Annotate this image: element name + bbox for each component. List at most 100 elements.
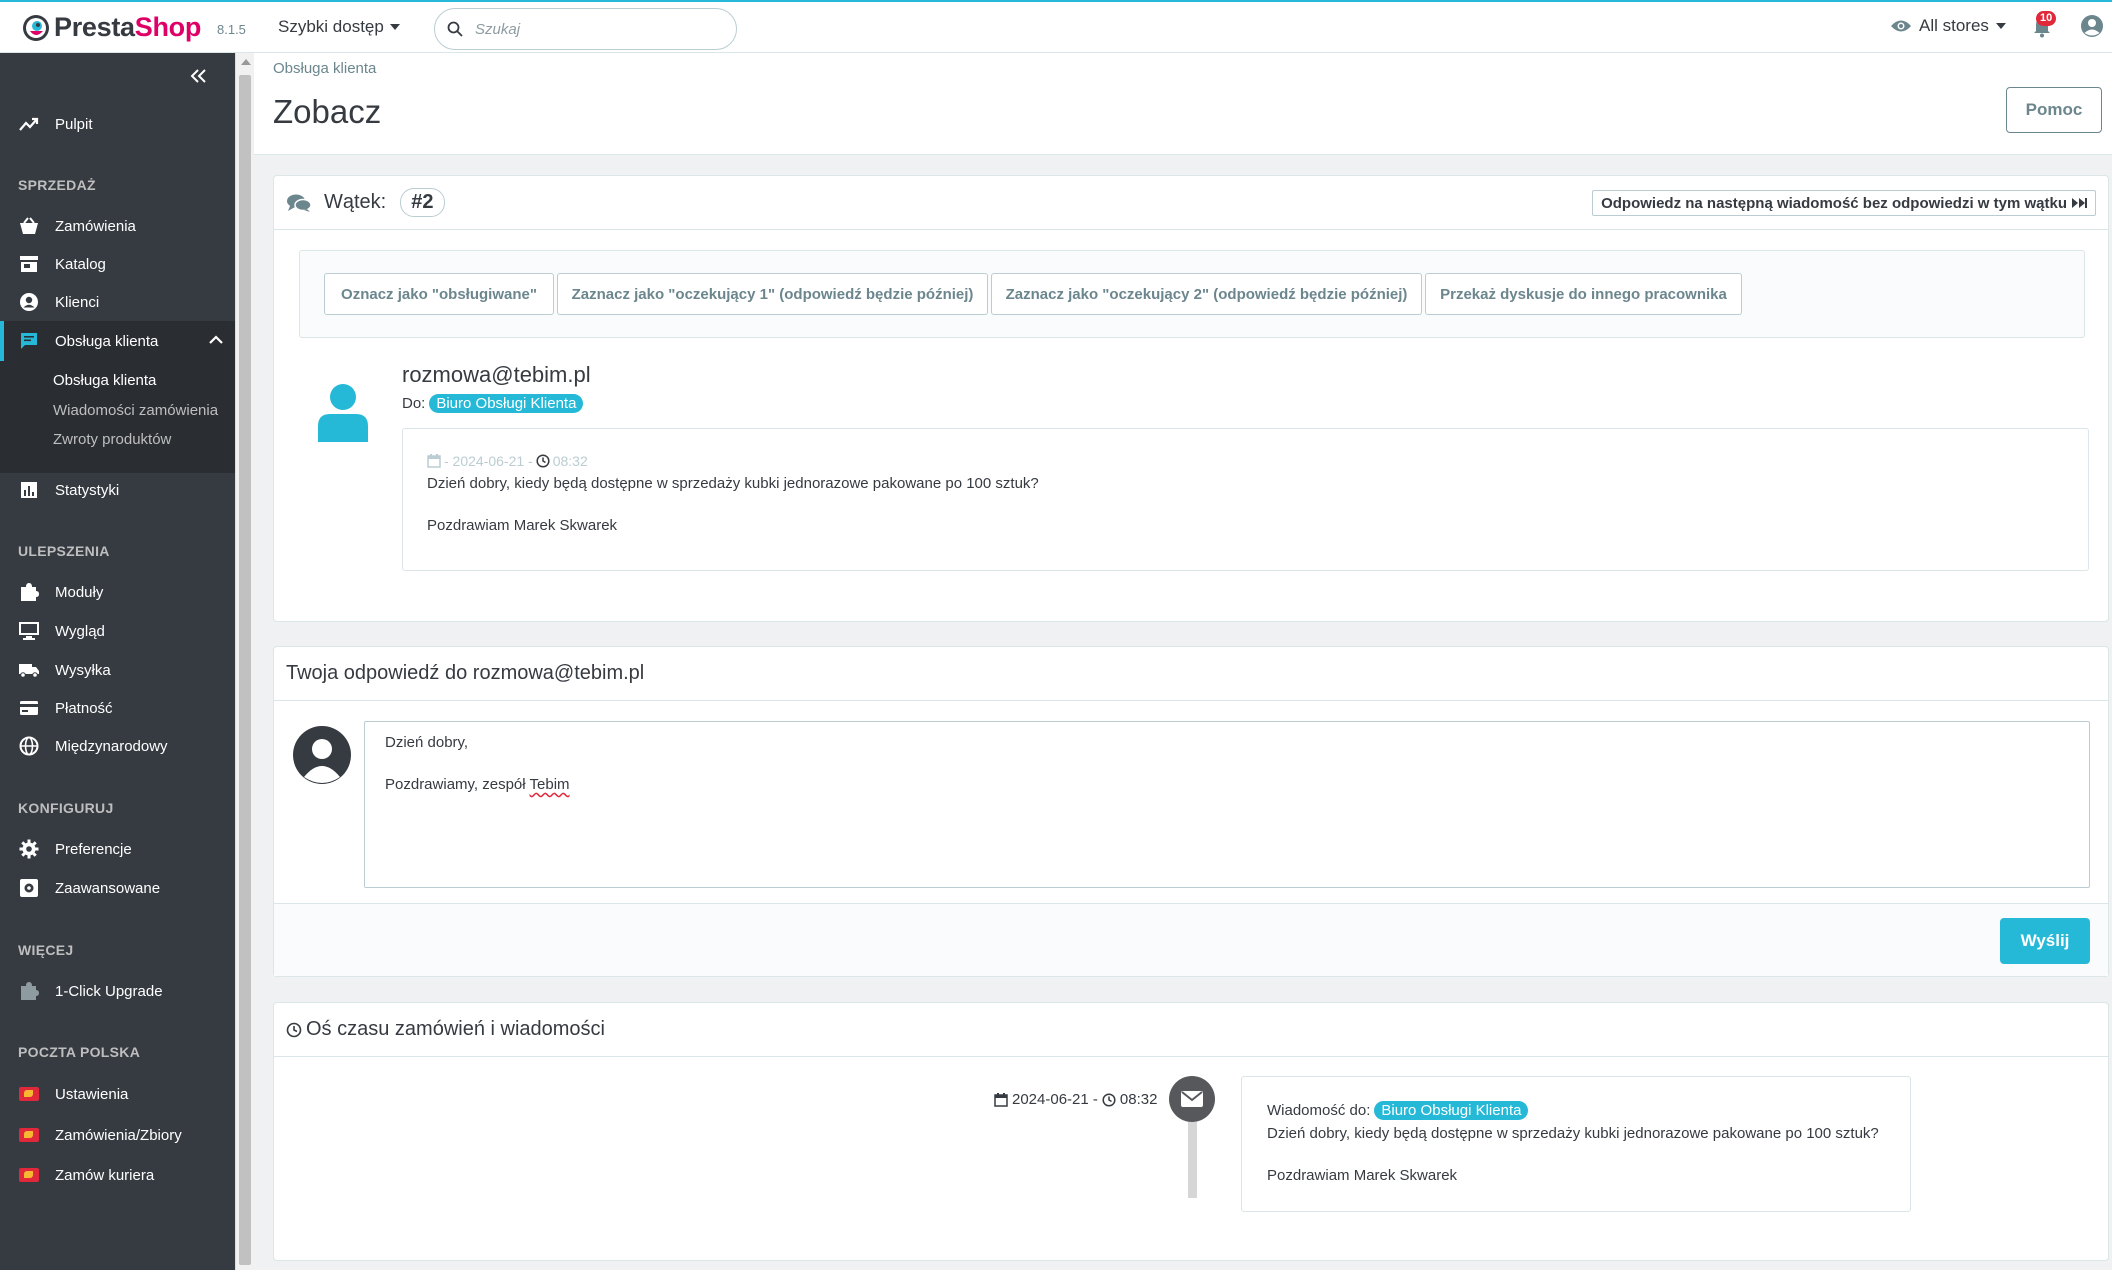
sidebar-item-orders[interactable]: Zamówienia xyxy=(0,207,235,245)
breadcrumb[interactable]: Obsługa klienta xyxy=(273,60,376,77)
account-circle-icon xyxy=(18,291,40,313)
collapse-sidebar-icon[interactable] xyxy=(190,69,208,83)
reply-signature-prefix: Pozdrawiamy, zespół xyxy=(385,776,526,793)
calendar-icon xyxy=(427,454,441,468)
sidebar-item-label: Statystyki xyxy=(55,481,120,499)
sidebar-item-preferences[interactable]: Preferencje xyxy=(0,830,235,868)
search-input[interactable]: Szukaj xyxy=(475,21,520,38)
reply-signature-name: Tebim xyxy=(529,776,570,793)
sidebar-item-label: Zamów kuriera xyxy=(55,1166,155,1184)
recipient-badge: Biuro Obsługi Klienta xyxy=(429,394,584,413)
thread-panel-header: Wątek: #2 Odpowiedz na następną wiadomoś… xyxy=(274,176,2108,230)
message-recipient: Do: Biuro Obsługi Klienta xyxy=(402,394,584,413)
message-body-line: Dzień dobry, kiedy będą dostępne w sprze… xyxy=(427,475,1039,492)
sidebar-item-label: Ustawienia xyxy=(55,1085,129,1103)
sidebar-item-label: Międzynarodowy xyxy=(55,737,168,755)
sidebar-item-label: Preferencje xyxy=(55,840,132,858)
sidebar-item-catalog[interactable]: Katalog xyxy=(0,245,235,283)
sidebar-item-customer-service[interactable]: Obsługa klienta xyxy=(0,321,235,361)
quick-access-dropdown[interactable]: Szybki dostęp xyxy=(278,17,400,37)
employee-avatar-icon xyxy=(292,725,352,785)
logo-text-presta: Presta xyxy=(54,12,135,42)
thread-panel: Wątek: #2 Odpowiedz na następną wiadomoś… xyxy=(273,175,2109,622)
timeline-time: 08:32 xyxy=(1119,1091,1158,1108)
timeline-to-label: Wiadomość do: xyxy=(1267,1102,1371,1119)
forward-discussion-button[interactable]: Przekaż dyskusje do innego pracownika xyxy=(1425,273,1742,315)
timeline-message-body: Dzień dobry, kiedy będą dostępne w sprze… xyxy=(1267,1125,1879,1142)
to-label: Do: xyxy=(402,395,426,412)
thread-number-badge: #2 xyxy=(400,188,445,217)
timeline-message-signature: Pozdrawiam Marek Skwarek xyxy=(1267,1167,1458,1184)
prestashop-logo[interactable]: PrestaShop xyxy=(22,12,201,43)
forward-icon xyxy=(2072,198,2087,208)
sidebar-item-advanced[interactable]: Zaawansowane xyxy=(0,869,235,907)
sender-email: rozmowa@tebim.pl xyxy=(402,362,591,387)
timeline-date: 2024-06-21 - xyxy=(1012,1091,1098,1108)
chat-icon xyxy=(18,330,40,352)
recipient-badge: Biuro Obsługi Klienta xyxy=(1374,1101,1529,1120)
search-box[interactable]: Szukaj xyxy=(434,8,737,50)
clock-icon xyxy=(1102,1092,1116,1107)
credit-card-icon xyxy=(18,697,40,719)
sidebar-item-payment[interactable]: Płatność xyxy=(0,689,235,727)
gear-icon xyxy=(18,838,40,860)
sidebar-section-poczta-polska: POCZTA POLSKA xyxy=(18,1044,141,1060)
search-icon xyxy=(447,21,463,37)
sidebar-item-stats[interactable]: Statystyki xyxy=(0,471,235,509)
message-datetime: - 2024-06-21 - 08:32 xyxy=(427,453,588,469)
poczta-polska-icon xyxy=(18,1124,40,1146)
sidebar-item-design[interactable]: Wygląd xyxy=(0,612,235,650)
sidebar-item-pp-courier[interactable]: Zamów kuriera xyxy=(0,1156,235,1194)
sidebar-section-improve: ULEPSZENIA xyxy=(18,543,110,559)
calendar-icon xyxy=(994,1092,1008,1107)
help-button[interactable]: Pomoc xyxy=(2006,87,2102,133)
sidebar-item-dashboard[interactable]: Pulpit xyxy=(0,105,235,143)
sidebar-item-label: Zamówienia xyxy=(55,217,136,235)
sidebar-item-label: Obsługa klienta xyxy=(55,332,159,350)
settings-applications-icon xyxy=(18,877,40,899)
sidebar-subitem-customer-service[interactable]: Obsługa klienta xyxy=(53,372,156,389)
send-button[interactable]: Wyślij xyxy=(2000,918,2090,964)
sidebar-item-shipping[interactable]: Wysyłka xyxy=(0,651,235,689)
sidebar-subitem-merchandise-returns[interactable]: Zwroty produktów xyxy=(53,431,171,448)
comments-icon xyxy=(287,194,312,212)
sidebar-item-customers[interactable]: Klienci xyxy=(0,283,235,321)
sidebar-item-pp-settings[interactable]: Ustawienia xyxy=(0,1075,235,1113)
sidebar-item-modules[interactable]: Moduły xyxy=(0,573,235,611)
top-header: PrestaShop 8.1.5 Szybki dostęp Szukaj Al… xyxy=(0,2,2112,53)
reply-panel: Twoja odpowiedź do rozmowa@tebim.pl Dzie… xyxy=(273,646,2109,977)
sidebar-item-label: Klienci xyxy=(55,293,100,311)
trending-up-icon xyxy=(18,113,40,135)
sidebar-item-1-click-upgrade[interactable]: 1-Click Upgrade xyxy=(0,972,235,1010)
reply-text-line: Dzień dobry, xyxy=(385,734,469,751)
poczta-polska-icon xyxy=(18,1083,40,1105)
employee-avatar-icon[interactable] xyxy=(2080,14,2104,38)
reply-signature: Pozdrawiamy, zespół Tebim xyxy=(385,776,570,793)
desktop-icon xyxy=(18,620,40,642)
sidebar-scrollbar[interactable] xyxy=(235,53,254,1270)
sidebar-item-label: Płatność xyxy=(55,699,113,717)
eye-icon xyxy=(1891,20,1911,32)
scrollbar-thumb[interactable] xyxy=(239,75,251,1265)
sidebar-item-international[interactable]: Międzynarodowy xyxy=(0,727,235,765)
envelope-icon xyxy=(1169,1076,1215,1122)
scroll-up-arrow-icon[interactable] xyxy=(241,59,251,65)
next-unanswered-button[interactable]: Odpowiedz na następną wiadomość bez odpo… xyxy=(1592,190,2096,216)
puffin-logo-icon xyxy=(23,14,49,41)
sidebar-item-label: Wygląd xyxy=(55,622,105,640)
store-selector-label: All stores xyxy=(1919,16,1989,35)
mark-handled-button[interactable]: Oznacz jako "obsługiwane" xyxy=(324,273,554,315)
truck-icon xyxy=(18,659,40,681)
quick-access-label: Szybki dostęp xyxy=(278,17,384,36)
mark-pending-2-button[interactable]: Zaznacz jako "oczekujący 2" (odpowiedź b… xyxy=(991,273,1422,315)
sidebar-item-pp-orders[interactable]: Zamówienia/Zbiory xyxy=(0,1116,235,1154)
store-selector[interactable]: All stores xyxy=(1890,16,2006,36)
sidebar-item-label: Pulpit xyxy=(55,115,93,133)
timeline-message-card: Wiadomość do: Biuro Obsługi Klienta Dzie… xyxy=(1241,1076,1911,1212)
reply-textarea[interactable]: Dzień dobry, Pozdrawiamy, zespół Tebim xyxy=(364,721,2090,888)
next-unanswered-label: Odpowiedz na następną wiadomość bez odpo… xyxy=(1601,194,2067,212)
sidebar-subitem-order-messages[interactable]: Wiadomości zamówienia xyxy=(53,402,218,419)
sidebar-item-label: Moduły xyxy=(55,583,104,601)
sidebar-item-label: Wysyłka xyxy=(55,661,111,679)
mark-pending-1-button[interactable]: Zaznacz jako "oczekujący 1" (odpowiedź b… xyxy=(557,273,988,315)
